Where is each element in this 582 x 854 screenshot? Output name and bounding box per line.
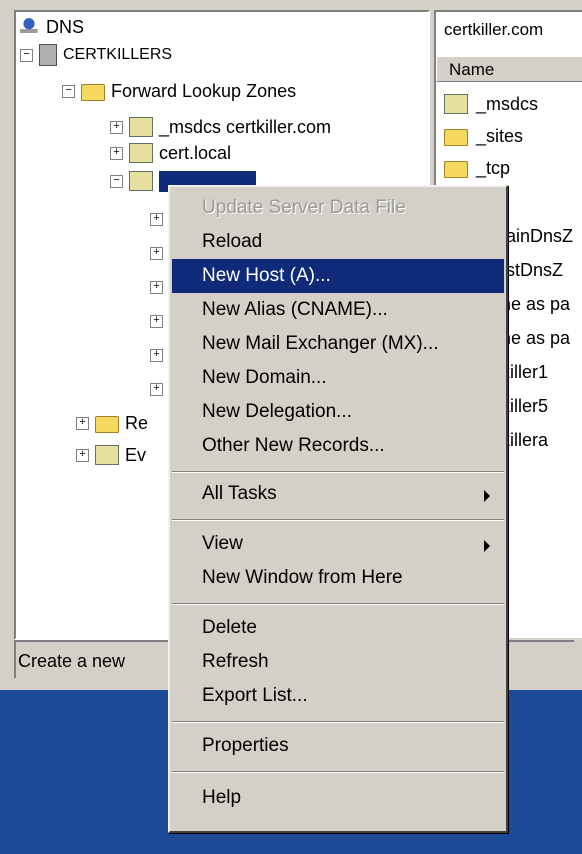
- menu-separator: [172, 771, 504, 773]
- menu-item-new-host[interactable]: New Host (A)...: [172, 259, 504, 293]
- menu-separator: [172, 603, 504, 605]
- menu-item-new-mail-exchanger[interactable]: New Mail Exchanger (MX)...: [172, 327, 504, 361]
- list-item[interactable]: _sites: [444, 120, 523, 152]
- list-title: certkiller.com: [444, 20, 544, 39]
- expand-icon[interactable]: +: [76, 448, 89, 462]
- expand-icon[interactable]: +: [150, 314, 163, 328]
- zone-icon: [444, 94, 468, 114]
- tree-expander[interactable]: +: [150, 240, 169, 266]
- menu-item-all-tasks[interactable]: All Tasks: [172, 477, 504, 511]
- menu-separator: [172, 471, 504, 473]
- expand-icon[interactable]: +: [150, 280, 163, 294]
- menu-item-properties[interactable]: Properties: [172, 729, 504, 763]
- tree-expander[interactable]: +: [150, 342, 169, 368]
- column-header-name[interactable]: Name: [436, 56, 582, 82]
- zone-icon: [129, 117, 153, 137]
- menu-item-other-new-records[interactable]: Other New Records...: [172, 429, 504, 463]
- expand-icon[interactable]: +: [150, 246, 163, 260]
- tree-expander[interactable]: +: [150, 308, 169, 334]
- tree-expander[interactable]: +: [150, 274, 169, 300]
- zone-icon: [129, 143, 153, 163]
- context-menu[interactable]: Update Server Data File Reload New Host …: [168, 185, 508, 833]
- tree-node-server[interactable]: − CERTKILLERS: [20, 42, 172, 68]
- menu-item-new-window-from-here[interactable]: New Window from Here: [172, 561, 504, 595]
- tree-node-forward-zones[interactable]: − Forward Lookup Zones: [62, 78, 296, 104]
- menu-item-delete[interactable]: Delete: [172, 611, 504, 645]
- menu-item-update-server-data-file: Update Server Data File: [202, 197, 406, 218]
- tree-node-zone-msdcs[interactable]: + _msdcs certkiller.com: [110, 114, 331, 140]
- tree-node-reverse-zones[interactable]: + Re: [76, 410, 148, 436]
- event-viewer-icon: [95, 445, 119, 465]
- menu-item-reload[interactable]: Reload: [172, 225, 504, 259]
- menu-item-new-domain[interactable]: New Domain...: [172, 361, 504, 395]
- menu-separator: [172, 721, 504, 723]
- menu-item-help[interactable]: Help: [172, 781, 504, 815]
- tree-node-dns[interactable]: DNS: [18, 14, 84, 40]
- folder-icon: [444, 129, 468, 146]
- menu-item-new-delegation[interactable]: New Delegation...: [172, 395, 504, 429]
- list-item[interactable]: _tcp: [444, 152, 510, 184]
- collapse-icon[interactable]: −: [110, 174, 123, 188]
- menu-separator: [172, 519, 504, 521]
- zone-icon: [129, 171, 153, 191]
- expand-icon[interactable]: +: [150, 212, 163, 226]
- folder-icon: [95, 416, 119, 433]
- expand-icon[interactable]: +: [76, 416, 89, 430]
- expand-icon[interactable]: +: [150, 382, 163, 396]
- submenu-arrow-icon: [484, 540, 490, 552]
- menu-item-export-list[interactable]: Export List...: [172, 679, 504, 713]
- tree-expander[interactable]: +: [150, 206, 169, 232]
- folder-icon: [444, 161, 468, 178]
- server-icon: [39, 44, 57, 66]
- folder-icon: [81, 84, 105, 101]
- dns-icon: [18, 16, 40, 38]
- expand-icon[interactable]: +: [110, 146, 123, 160]
- collapse-icon[interactable]: −: [62, 84, 75, 98]
- menu-item-new-alias[interactable]: New Alias (CNAME)...: [172, 293, 504, 327]
- tree-expander[interactable]: +: [150, 376, 169, 402]
- collapse-icon[interactable]: −: [20, 48, 33, 62]
- tree-node-event-viewer[interactable]: + Ev: [76, 442, 146, 468]
- list-item[interactable]: _msdcs: [444, 88, 538, 120]
- menu-item-view[interactable]: View: [172, 527, 504, 561]
- tree-node-zone-cert-local[interactable]: + cert.local: [110, 140, 231, 166]
- menu-item-refresh[interactable]: Refresh: [172, 645, 504, 679]
- submenu-arrow-icon: [484, 490, 490, 502]
- expand-icon[interactable]: +: [150, 348, 163, 362]
- expand-icon[interactable]: +: [110, 120, 123, 134]
